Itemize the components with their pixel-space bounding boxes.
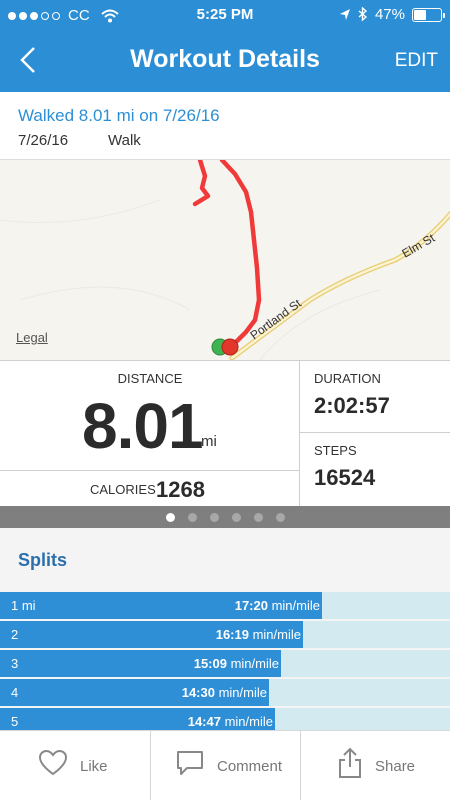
split-row: 4 14:30 min/mile [0,679,450,706]
split-pace-value: 16:19 [215,627,249,642]
action-bar: Like Comment Share [0,730,450,800]
distance-label: DISTANCE [117,371,183,386]
split-pace-value: 14:47 [187,714,221,729]
split-pace-unit: min/mile [224,714,273,729]
page-dot-icon[interactable] [275,512,285,522]
location-arrow-icon [339,9,350,20]
split-pace: 17:20 min/mile [235,598,320,613]
distance-unit: mi [201,433,217,450]
steps-label: STEPS [314,443,357,458]
calories-label: CALORIES [90,482,156,497]
split-pace-value: 17:20 [234,598,268,613]
split-pace: 14:47 min/mile [188,714,273,729]
split-pace-unit: min/mile [230,656,279,671]
split-mile: 3 [11,656,19,671]
split-mile: 5 [11,714,19,729]
split-pace: 14:30 min/mile [182,685,267,700]
page-dot-icon[interactable] [165,512,175,522]
page-dot-icon[interactable] [187,512,197,522]
workout-title: Walked 8.01 mi on 7/26/16 [18,106,220,125]
split-pace-unit: min/mile [252,627,301,642]
comment-label: Comment [217,758,283,775]
nav-bar: Workout Details EDIT [0,30,450,92]
map-legal-link[interactable]: Legal [16,330,48,345]
page-indicator[interactable] [0,506,450,528]
end-marker-icon [221,338,239,356]
route-map[interactable]: Portland St Elm St Legal [0,160,450,360]
workout-type: Walk [108,132,141,149]
splits-title: Splits [18,550,68,570]
share-button[interactable]: Share [300,731,450,800]
workout-header: Walked 8.01 mi on 7/26/16 7/26/16 Walk [0,92,450,160]
battery-fill [414,9,426,20]
split-row: 1 mi 17:20 min/mile [0,592,450,619]
map-canvas: Portland St Elm St [0,160,450,360]
split-row: 5 14:47 min/mile [0,708,450,730]
split-mile: 1 mi [11,598,36,613]
like-button[interactable]: Like [0,731,150,800]
battery-icon [412,7,445,22]
calories-cell: CALORIES 1268 [0,471,300,507]
duration-value: 2:02:57 [314,393,390,418]
share-icon [339,747,361,778]
comment-icon [177,751,203,775]
comment-button[interactable]: Comment [150,731,300,800]
bluetooth-icon [358,7,368,22]
split-mile: 2 [11,627,19,642]
edit-button[interactable]: EDIT [395,50,438,72]
status-right: 47% [339,6,445,23]
split-mile: 4 [11,685,19,700]
status-bar: CC 5:25 PM 47% [0,0,450,30]
split-pace-unit: min/mile [271,598,320,613]
stats-panel: DISTANCE 8.01 mi CALORIES 1268 DURATION … [0,360,450,507]
steps-value: 16524 [314,465,376,490]
split-pace-value: 14:30 [181,685,215,700]
share-label: Share [375,758,416,775]
duration-label: DURATION [314,371,381,386]
like-label: Like [80,758,108,775]
splits-section: Splits 1 mi 17:20 min/mile 2 16:19 min/mile… [0,528,450,730]
split-pace-value: 15:09 [193,656,227,671]
steps-cell: STEPS 16524 [300,433,450,507]
page-dot-icon[interactable] [253,512,263,522]
distance-value: 8.01 [82,390,204,462]
calories-value: 1268 [156,477,205,502]
split-row: 3 15:09 min/mile [0,650,450,677]
heart-icon [38,749,68,776]
split-pace: 16:19 min/mile [216,627,301,642]
page-dot-icon[interactable] [231,512,241,522]
battery-percent: 47% [374,6,405,23]
split-pace: 15:09 min/mile [194,656,279,671]
duration-cell: DURATION 2:02:57 [300,361,450,433]
distance-cell: DISTANCE 8.01 mi [0,361,300,471]
page-title: Workout Details [130,45,320,73]
top-bar: CC 5:25 PM 47% Workout Details EDIT [0,0,450,92]
page-dot-icon[interactable] [209,512,219,522]
split-row: 2 16:19 min/mile [0,621,450,648]
workout-date: 7/26/16 [18,132,69,149]
split-pace-unit: min/mile [218,685,267,700]
